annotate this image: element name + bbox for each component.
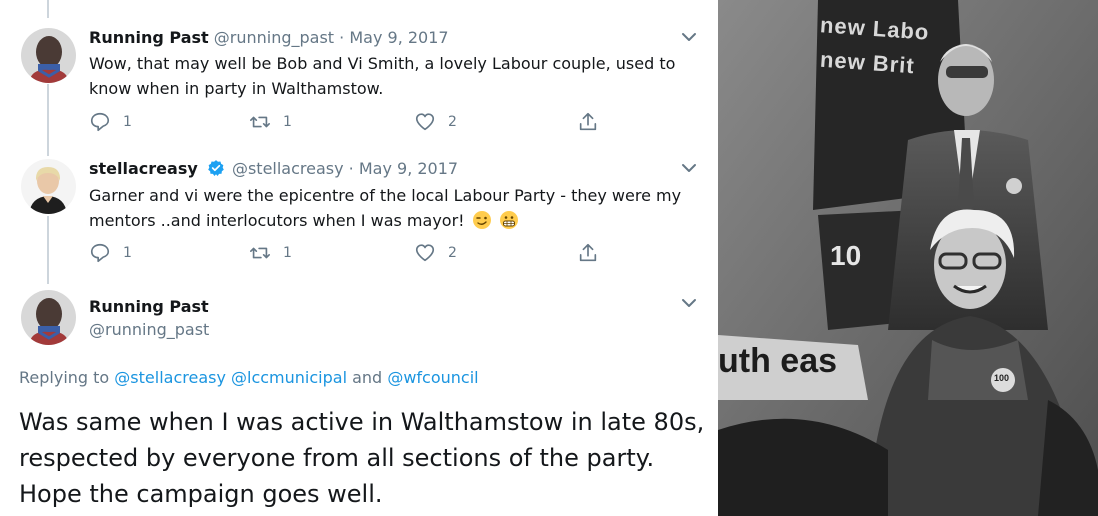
- like-count: 2: [448, 245, 457, 261]
- tweet-date[interactable]: May 9, 2017: [349, 28, 448, 47]
- like-icon: [415, 244, 435, 262]
- share-button[interactable]: [577, 110, 611, 134]
- thread-connector-2: [47, 216, 49, 284]
- retweet-count: 1: [283, 245, 292, 261]
- author-name[interactable]: Running Past: [89, 297, 209, 316]
- author-handle[interactable]: @running_past: [214, 28, 334, 47]
- sign-number: 10: [830, 240, 862, 271]
- reply-button[interactable]: 1: [89, 241, 132, 265]
- reply-icon: [90, 112, 110, 132]
- separator: ·: [348, 159, 354, 178]
- avatar[interactable]: [21, 159, 76, 214]
- like-count: 2: [448, 114, 457, 130]
- avatar[interactable]: [21, 28, 76, 83]
- tweet-text-content: Garner and vi were the epicentre of the …: [89, 186, 682, 230]
- like-button[interactable]: 2: [414, 110, 457, 134]
- retweet-icon: [250, 116, 270, 128]
- chevron-down-icon[interactable]: [680, 296, 698, 310]
- tweet-header: Running Past @running_past · May 9, 2017: [89, 28, 449, 48]
- author-name[interactable]: stellacreasy: [89, 159, 198, 178]
- tweet-header: Running Past: [89, 297, 209, 317]
- main-tweet-text: Was same when I was active in Walthamsto…: [19, 408, 705, 508]
- mention-link[interactable]: @lccmunicipal: [231, 368, 347, 387]
- retweet-button[interactable]: 1: [249, 110, 292, 134]
- replying-to-label: Replying to: [19, 368, 110, 387]
- share-button[interactable]: [577, 241, 611, 265]
- chevron-down-icon[interactable]: [680, 161, 698, 175]
- mention-link[interactable]: @stellacreasy: [114, 368, 226, 387]
- tweet-thread: Running Past @running_past · May 9, 2017…: [0, 0, 718, 516]
- retweet-icon: [250, 247, 270, 259]
- thread-connector-1: [47, 84, 49, 156]
- author-handle-row: @running_past: [89, 320, 209, 340]
- reply-count: 1: [123, 245, 132, 261]
- reply-icon: [90, 243, 110, 263]
- tweet-text: Wow, that may well be Bob and Vi Smith, …: [89, 54, 676, 98]
- and-word: and: [352, 368, 383, 387]
- tweet-actions: 1 1 2: [89, 241, 609, 265]
- author-handle[interactable]: @running_past: [89, 320, 209, 339]
- author-name[interactable]: Running Past: [89, 28, 209, 47]
- tweet-date[interactable]: May 9, 2017: [359, 159, 458, 178]
- tweet-header: stellacreasy @stellacreasy · May 9, 2017: [89, 159, 458, 179]
- tweet-actions: 1 1 2: [89, 110, 609, 134]
- separator: ·: [339, 28, 345, 47]
- stellacreasy-avatar-image: [21, 159, 76, 214]
- avatar[interactable]: [21, 290, 76, 345]
- reply-count: 1: [123, 114, 132, 130]
- badge-text: 100: [994, 373, 1010, 383]
- attached-photo[interactable]: new Labo new Brit 10 uth eas 100: [718, 0, 1098, 516]
- verified-badge-icon: [208, 160, 224, 176]
- chevron-down-icon[interactable]: [680, 30, 698, 44]
- retweet-button[interactable]: 1: [249, 241, 292, 265]
- running-past-avatar-image: [21, 290, 76, 345]
- banner-text: uth eas: [718, 342, 838, 380]
- replying-to-line: Replying to @stellacreasy @lccmunicipal …: [19, 368, 479, 387]
- thread-connector-top: [47, 0, 49, 18]
- retweet-count: 1: [283, 114, 292, 130]
- author-handle[interactable]: @stellacreasy: [232, 159, 344, 178]
- like-icon: [415, 113, 435, 131]
- winking-face-icon: [472, 211, 491, 229]
- tweet-text: Garner and vi were the epicentre of the …: [89, 183, 689, 233]
- mention-link[interactable]: @wfcouncil: [387, 368, 478, 387]
- share-icon: [579, 112, 597, 131]
- running-past-avatar-image: [21, 28, 76, 83]
- grimacing-face-icon: [499, 211, 518, 229]
- reply-button[interactable]: 1: [89, 110, 132, 134]
- share-icon: [579, 243, 597, 262]
- like-button[interactable]: 2: [414, 241, 457, 265]
